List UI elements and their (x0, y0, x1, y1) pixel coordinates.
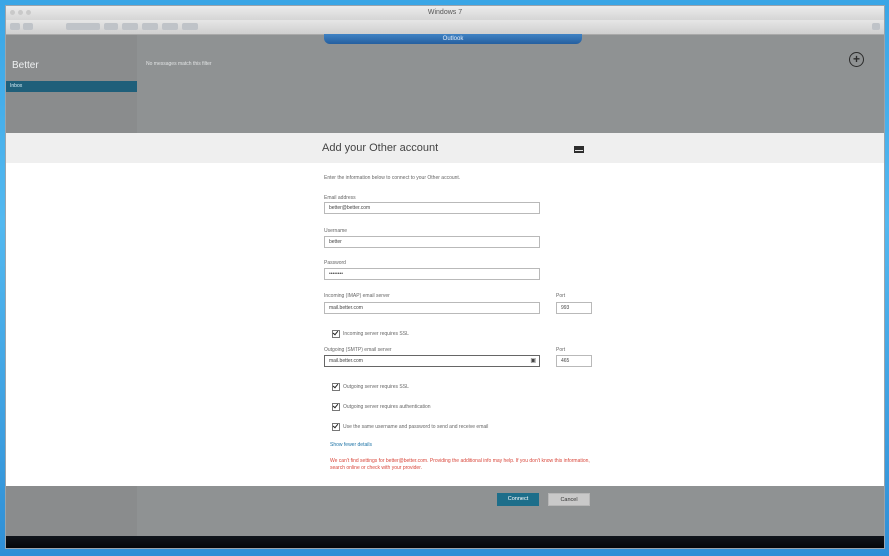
mac-window: Windows 7 Better Inbox No messages match… (6, 6, 884, 548)
outgoing-auth-label: Outgoing server requires authentication (343, 404, 431, 410)
mail-icon (574, 146, 584, 153)
same-credentials-label: Use the same username and password to se… (343, 424, 489, 430)
close-window-icon[interactable] (10, 10, 15, 15)
checkbox-icon[interactable] (332, 403, 340, 411)
back-icon[interactable] (10, 23, 20, 30)
empty-message: No messages match this filter (146, 61, 212, 67)
toolbar-item[interactable] (122, 23, 138, 30)
outgoing-ssl-label: Outgoing server requires SSL (343, 384, 409, 390)
mail-app: Better Inbox No messages match this filt… (6, 35, 884, 548)
incoming-ssl-checkbox[interactable]: Incoming server requires SSL (332, 330, 409, 338)
clear-field-icon[interactable]: ▣ (530, 356, 536, 366)
password-label: Password (324, 260, 346, 266)
add-account-icon[interactable]: + (849, 52, 864, 67)
username-input[interactable]: better (324, 236, 540, 248)
outgoing-server-label: Outgoing (SMTP) email server (324, 347, 392, 353)
outgoing-ssl-checkbox[interactable]: Outgoing server requires SSL (332, 383, 409, 391)
flyout-header: Add your Other account (6, 133, 884, 163)
show-fewer-details-link[interactable]: Show fewer details (330, 442, 372, 448)
outgoing-server-value: mail.better.com (329, 358, 363, 364)
email-label: Email address (324, 195, 356, 201)
toolbar-item[interactable] (872, 23, 880, 30)
same-credentials-checkbox[interactable]: Use the same username and password to se… (332, 423, 488, 431)
minimize-window-icon[interactable] (18, 10, 23, 15)
outgoing-port-input[interactable]: 465 (556, 355, 592, 367)
checkbox-icon[interactable] (332, 383, 340, 391)
incoming-ssl-label: Incoming server requires SSL (343, 331, 409, 337)
toolbar-item[interactable] (142, 23, 158, 30)
connect-button[interactable]: Connect (497, 493, 539, 506)
checkbox-icon[interactable] (332, 330, 340, 338)
forward-icon[interactable] (23, 23, 33, 30)
error-message: We can't find settings for better@better… (330, 458, 590, 471)
outgoing-auth-checkbox[interactable]: Outgoing server requires authentication (332, 403, 431, 411)
add-account-flyout: Add your Other account Enter the informa… (6, 133, 884, 506)
checkbox-icon[interactable] (332, 423, 340, 431)
vm-toolbar (6, 20, 884, 35)
outgoing-server-input[interactable]: mail.better.com ▣ (324, 355, 540, 367)
username-label: Username (324, 228, 348, 234)
incoming-server-input[interactable]: mail.better.com (324, 302, 540, 314)
toolbar-item[interactable] (66, 23, 100, 30)
app-tab[interactable]: Outlook (324, 34, 582, 44)
flyout-title: Add your Other account (322, 142, 439, 154)
password-input[interactable]: •••••••• (324, 268, 540, 280)
account-title: Better (12, 60, 39, 71)
window-title: Windows 7 (427, 9, 463, 16)
zoom-window-icon[interactable] (26, 10, 31, 15)
incoming-server-label: Incoming (IMAP) email server (324, 293, 390, 299)
taskbar (6, 536, 884, 548)
cancel-button[interactable]: Cancel (548, 493, 590, 506)
incoming-port-input[interactable]: 993 (556, 302, 592, 314)
folder-item-inbox[interactable]: Inbox (6, 81, 137, 92)
window-controls[interactable] (10, 10, 31, 15)
email-input[interactable]: better@better.com (324, 202, 540, 214)
toolbar-item[interactable] (104, 23, 118, 30)
toolbar-item[interactable] (182, 23, 198, 30)
window-titlebar: Windows 7 (6, 6, 884, 21)
toolbar-item[interactable] (162, 23, 178, 30)
outgoing-port-label: Port (556, 347, 566, 353)
incoming-port-label: Port (556, 293, 566, 299)
instructions: Enter the information below to connect t… (324, 175, 461, 181)
